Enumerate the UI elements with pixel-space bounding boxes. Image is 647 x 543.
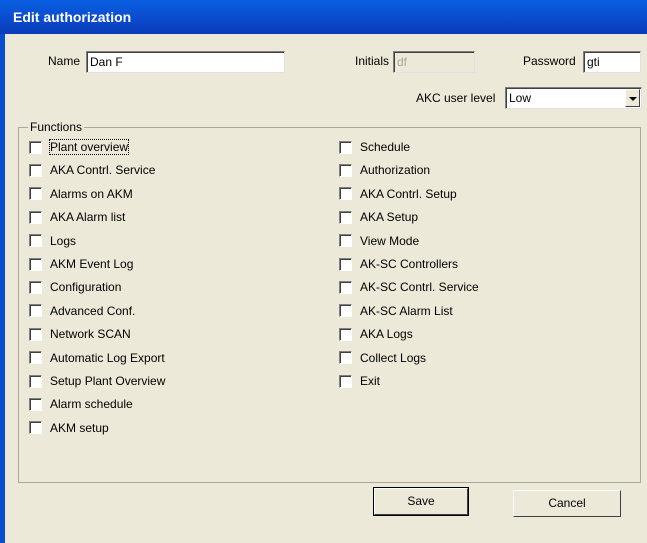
checkbox-box[interactable] bbox=[29, 351, 42, 365]
name-label: Name bbox=[48, 54, 81, 68]
function-checkbox[interactable]: Network SCAN bbox=[29, 325, 131, 343]
name-field[interactable]: Dan F bbox=[86, 51, 285, 73]
function-checkbox-label: AKM Event Log bbox=[50, 257, 134, 271]
function-checkbox-label: Alarm schedule bbox=[50, 397, 133, 412]
function-checkbox-label: AKA Contrl. Setup bbox=[360, 186, 457, 201]
function-checkbox[interactable]: View Mode bbox=[339, 232, 419, 250]
checkbox-box[interactable] bbox=[339, 374, 352, 388]
cancel-button[interactable]: Cancel bbox=[513, 490, 621, 517]
password-field-value: gti bbox=[587, 55, 600, 69]
function-checkbox-label: Collect Logs bbox=[360, 350, 427, 365]
function-checkbox[interactable]: AKM setup bbox=[29, 419, 109, 437]
checkbox-box[interactable] bbox=[339, 280, 352, 294]
function-checkbox[interactable]: AKA Logs bbox=[339, 325, 413, 343]
initials-field: df bbox=[393, 51, 475, 73]
function-checkbox[interactable]: Schedule bbox=[339, 138, 410, 156]
checkbox-box[interactable] bbox=[339, 187, 352, 201]
checkbox-box[interactable] bbox=[339, 210, 352, 224]
function-checkbox-label: Logs bbox=[50, 233, 77, 248]
function-checkbox-label: Authorization bbox=[360, 163, 431, 178]
user-level-select[interactable]: Low bbox=[505, 87, 642, 109]
function-checkbox-label: Configuration bbox=[50, 280, 122, 295]
function-checkbox-label: AKM setup bbox=[50, 420, 109, 435]
checkbox-box[interactable] bbox=[29, 280, 42, 294]
function-checkbox-label: Alarms on AKM bbox=[50, 186, 133, 201]
function-checkbox-label: AK-SC Contrl. Service bbox=[360, 280, 479, 295]
checkbox-box[interactable] bbox=[339, 351, 352, 365]
function-checkbox-label: Network SCAN bbox=[50, 327, 131, 342]
function-checkbox[interactable]: AK-SC Alarm List bbox=[339, 302, 453, 320]
checkbox-box[interactable] bbox=[29, 140, 42, 154]
function-checkbox-label: Setup Plant Overview bbox=[50, 374, 166, 388]
checkbox-box[interactable] bbox=[29, 163, 42, 177]
user-level-value: Low bbox=[509, 91, 532, 105]
checkbox-box[interactable] bbox=[339, 234, 352, 248]
checkbox-box[interactable] bbox=[339, 327, 352, 341]
function-checkbox[interactable]: AK-SC Contrl. Service bbox=[339, 278, 479, 296]
chevron-down-icon[interactable] bbox=[625, 89, 640, 107]
function-checkbox[interactable]: AKA Alarm list bbox=[29, 208, 125, 226]
function-checkbox-label: AKA Logs bbox=[360, 327, 413, 342]
checkbox-box[interactable] bbox=[29, 234, 42, 248]
function-checkbox-label: AKA Contrl. Service bbox=[50, 163, 156, 178]
function-checkbox-label: AK-SC Alarm List bbox=[360, 303, 453, 318]
function-checkbox[interactable]: AKA Setup bbox=[339, 208, 418, 226]
password-label: Password bbox=[523, 54, 576, 68]
window-title: Edit authorization bbox=[13, 9, 132, 25]
function-checkbox-label: AKA Setup bbox=[360, 210, 419, 225]
function-checkbox[interactable]: Automatic Log Export bbox=[29, 349, 165, 367]
function-checkbox[interactable]: Logs bbox=[29, 232, 76, 250]
function-checkbox[interactable]: Authorization bbox=[339, 161, 430, 179]
function-checkbox[interactable]: Alarms on AKM bbox=[29, 185, 133, 203]
checkbox-box[interactable] bbox=[29, 327, 42, 341]
function-checkbox-label: AK-SC Controllers bbox=[360, 257, 459, 271]
window-frame-left bbox=[0, 34, 5, 543]
checkbox-box[interactable] bbox=[29, 421, 42, 435]
checkbox-box[interactable] bbox=[29, 210, 42, 224]
function-checkbox-label: Advanced Conf. bbox=[50, 303, 136, 318]
checkbox-box[interactable] bbox=[29, 304, 42, 318]
function-checkbox-label: Automatic Log Export bbox=[50, 350, 165, 365]
checkbox-box[interactable] bbox=[29, 257, 42, 271]
function-checkbox[interactable]: AKA Contrl. Service bbox=[29, 161, 155, 179]
name-field-value: Dan F bbox=[90, 55, 123, 69]
function-checkbox[interactable]: AKM Event Log bbox=[29, 255, 133, 273]
function-checkbox[interactable]: Advanced Conf. bbox=[29, 302, 135, 320]
checkbox-box[interactable] bbox=[339, 140, 352, 154]
function-checkbox[interactable]: Setup Plant Overview bbox=[29, 372, 165, 390]
function-checkbox[interactable]: Configuration bbox=[29, 278, 121, 296]
function-checkbox[interactable]: AKA Contrl. Setup bbox=[339, 185, 457, 203]
function-checkbox[interactable]: Alarm schedule bbox=[29, 395, 133, 413]
function-checkbox[interactable]: Plant overview bbox=[29, 138, 130, 156]
checkbox-box[interactable] bbox=[29, 397, 42, 411]
initials-label: Initials bbox=[355, 54, 390, 68]
checkbox-box[interactable] bbox=[339, 304, 352, 318]
checkbox-box[interactable] bbox=[339, 257, 352, 271]
checkbox-box[interactable] bbox=[29, 374, 42, 388]
function-checkbox[interactable]: AK-SC Controllers bbox=[339, 255, 458, 273]
initials-field-value: df bbox=[397, 55, 408, 69]
function-checkbox-label: Schedule bbox=[360, 140, 411, 154]
user-level-label: AKC user level bbox=[416, 91, 496, 105]
function-checkbox-label: AKA Alarm list bbox=[50, 210, 126, 225]
functions-title: Functions bbox=[28, 120, 85, 134]
function-checkbox[interactable]: Exit bbox=[339, 372, 380, 390]
password-field[interactable]: gti bbox=[583, 51, 641, 73]
function-checkbox-label: Exit bbox=[360, 374, 381, 388]
checkbox-box[interactable] bbox=[29, 187, 42, 201]
title-bar: Edit authorization bbox=[0, 0, 647, 34]
checkbox-box[interactable] bbox=[339, 163, 352, 177]
function-checkbox-label: View Mode bbox=[360, 233, 420, 248]
save-button[interactable]: Save bbox=[373, 487, 469, 516]
function-checkbox[interactable]: Collect Logs bbox=[339, 349, 426, 367]
function-checkbox-label: Plant overview bbox=[48, 139, 130, 155]
